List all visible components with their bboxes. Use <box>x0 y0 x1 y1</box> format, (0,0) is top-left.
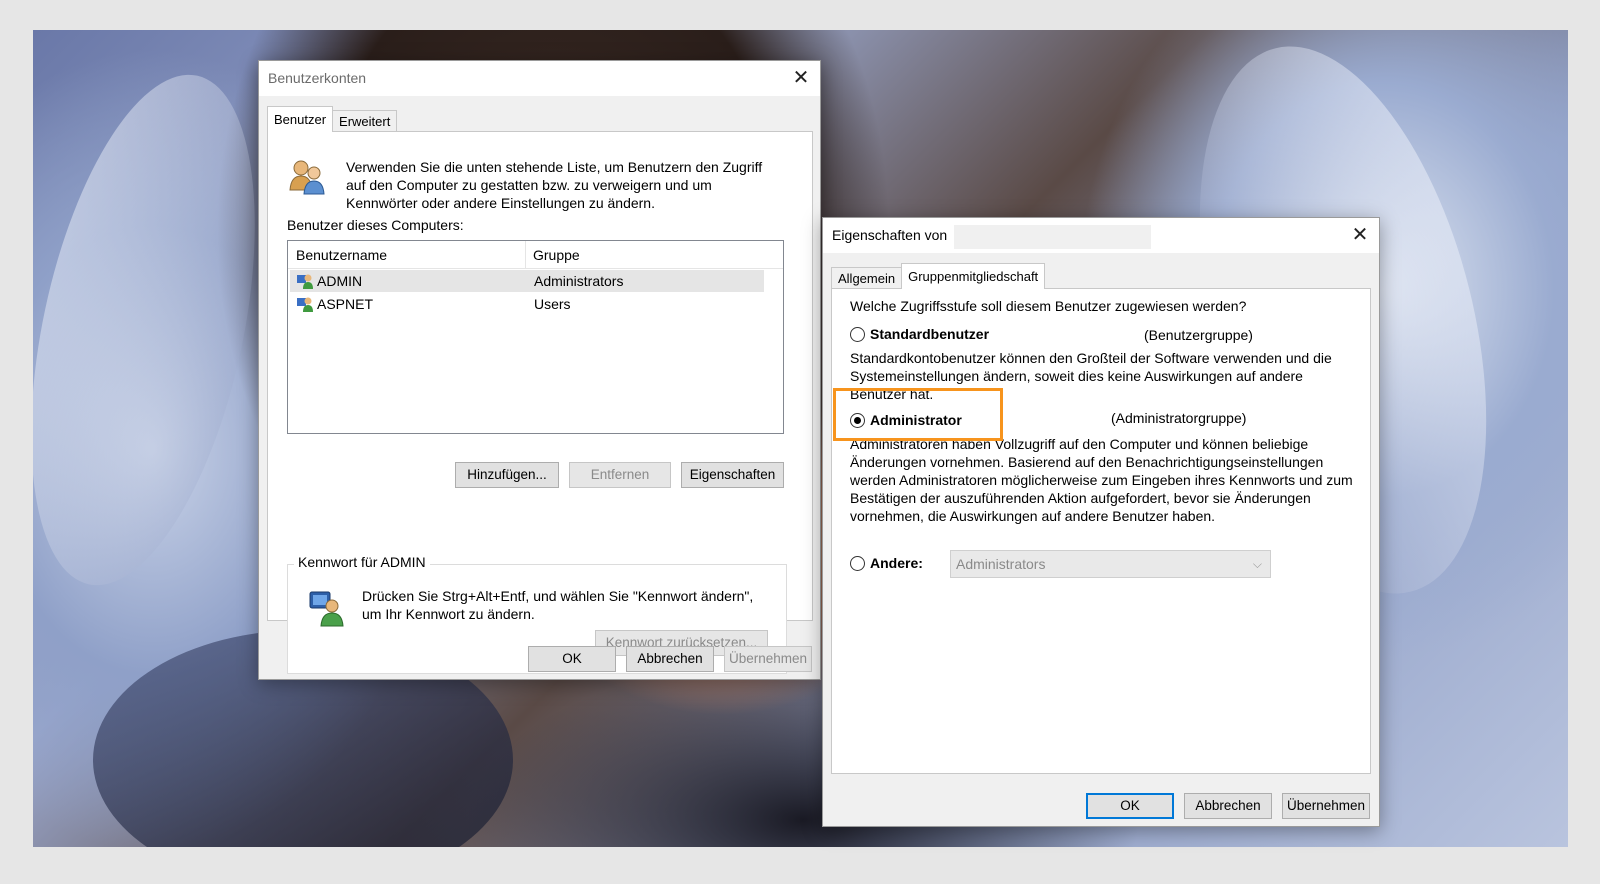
standard-user-radio[interactable]: Standardbenutzer <box>850 326 989 342</box>
administrator-radio[interactable]: Administrator <box>850 412 962 428</box>
radio-label: Andere: <box>870 555 923 571</box>
tab-general[interactable]: Allgemein <box>831 267 903 289</box>
apply-button[interactable]: Übernehmen <box>1282 793 1370 819</box>
chevron-down-icon: ⌵ <box>1252 557 1262 571</box>
user-accounts-dialog: Benutzerkonten ✕ Benutzer Erweitert Verw… <box>258 60 821 680</box>
radio-button[interactable] <box>850 555 865 571</box>
column-header-username[interactable]: Benutzername <box>296 247 387 263</box>
remove-user-button[interactable]: Entfernen <box>569 462 671 488</box>
password-group-legend: Kennwort für ADMIN <box>294 554 430 570</box>
title-bar[interactable]: Benutzerkonten ✕ <box>259 61 820 96</box>
tab-group-membership[interactable]: Gruppenmitgliedschaft <box>901 263 1046 289</box>
close-icon[interactable]: ✕ <box>786 63 816 93</box>
user-properties-button[interactable]: Eigenschaften <box>681 462 784 488</box>
radio-button[interactable] <box>850 412 865 428</box>
users-list-label: Benutzer dieses Computers: <box>287 217 464 233</box>
row-username: ADMIN <box>317 273 363 289</box>
standard-user-description: Standardkontobenutzer können den Großtei… <box>850 350 1332 402</box>
username-redacted-box <box>954 225 1151 249</box>
cancel-button[interactable]: Abbrechen <box>626 646 714 672</box>
column-header-group[interactable]: Gruppe <box>533 247 580 263</box>
tab-strip: Benutzer Erweitert <box>267 106 398 132</box>
users-icon <box>289 160 325 195</box>
users-tab-panel: Verwenden Sie die unten stehende Liste, … <box>267 131 813 674</box>
administrator-description: Administratoren haben Vollzugriff auf de… <box>850 436 1353 524</box>
user-icon <box>297 274 313 289</box>
select-value: Administrators <box>956 556 1046 572</box>
row-group: Administrators <box>534 273 624 289</box>
user-icon <box>297 297 313 312</box>
cancel-button[interactable]: Abbrechen <box>1184 793 1272 819</box>
group-name: (Benutzergruppe) <box>1144 327 1253 343</box>
row-username: ASPNET <box>317 296 374 312</box>
intro-text: Verwenden Sie die unten stehende Liste, … <box>346 159 763 211</box>
tab-strip: Allgemein Gruppenmitgliedschaft <box>831 263 1046 289</box>
add-user-button[interactable]: Hinzufügen... <box>455 462 559 488</box>
users-list[interactable]: Benutzername Gruppe ADMIN Administrators… <box>287 240 784 434</box>
close-icon[interactable]: ✕ <box>1345 220 1375 250</box>
dialog-title: Benutzerkonten <box>268 70 367 86</box>
password-instructions: Drücken Sie Strg+Alt+Entf, und wählen Si… <box>362 588 754 622</box>
group-membership-panel: Welche Zugriffsstufe soll diesem Benutze… <box>831 288 1371 774</box>
other-group-radio[interactable]: Andere: <box>850 555 923 571</box>
access-level-question: Welche Zugriffsstufe soll diesem Benutze… <box>850 298 1247 314</box>
background-fold <box>33 54 295 606</box>
title-bar[interactable]: Eigenschaften von ✕ <box>823 218 1379 253</box>
dialog-title: Eigenschaften von <box>832 227 948 243</box>
radio-button[interactable] <box>850 326 865 342</box>
group-name: (Administratorgruppe) <box>1111 410 1247 426</box>
row-group: Users <box>534 296 571 312</box>
radio-label: Administrator <box>870 412 962 428</box>
other-group-select[interactable]: Administrators ⌵ <box>950 550 1271 578</box>
user-password-icon <box>309 591 344 627</box>
column-divider[interactable] <box>525 241 526 269</box>
ok-button[interactable]: OK <box>1086 793 1174 819</box>
user-properties-dialog: Eigenschaften von ✕ Allgemein Gruppenmit… <box>822 217 1380 827</box>
radio-label: Standardbenutzer <box>870 326 990 342</box>
tab-advanced[interactable]: Erweitert <box>332 110 398 132</box>
table-row[interactable]: ASPNET Users <box>290 293 764 315</box>
table-row[interactable]: ADMIN Administrators <box>290 270 764 292</box>
ok-button[interactable]: OK <box>528 646 616 672</box>
apply-button[interactable]: Übernehmen <box>724 646 812 672</box>
tab-users[interactable]: Benutzer <box>267 106 334 132</box>
list-header: Benutzername Gruppe <box>288 241 783 269</box>
